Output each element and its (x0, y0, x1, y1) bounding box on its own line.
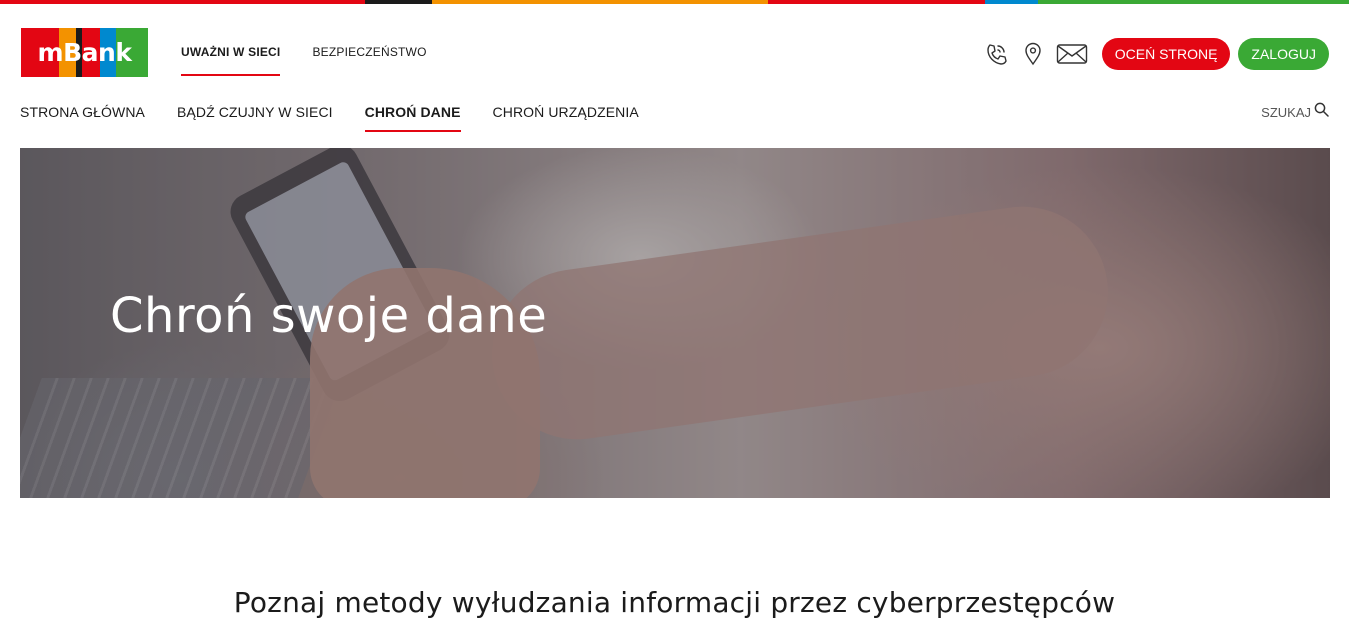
rate-page-button[interactable]: OCEŃ STRONĘ (1101, 38, 1231, 70)
logo-text: mBank (37, 38, 132, 67)
header-actions: OCEŃ STRONĘ ZALOGUJ (984, 38, 1329, 70)
hero-title: Chroń swoje dane (110, 288, 548, 344)
header-top: mBank UWAŻNI W SIECI BEZPIECZEŃSTWO OCEŃ… (0, 4, 1349, 84)
top-nav-item-uwazni-w-sieci[interactable]: UWAŻNI W SIECI (181, 4, 281, 76)
mbank-logo[interactable]: mBank (21, 28, 148, 77)
top-nav-item-bezpieczenstwo[interactable]: BEZPIECZEŃSTWO (312, 4, 426, 76)
search-label: SZUKAJ (1261, 104, 1311, 120)
main-nav-item-chron-urzadzenia[interactable]: CHROŃ URZĄDZENIA (493, 84, 639, 132)
phone-icon[interactable] (984, 41, 1010, 67)
main-nav-item-badz-czujny[interactable]: BĄDŹ CZUJNY W SIECI (177, 84, 333, 132)
main-nav: STRONA GŁÓWNA BĄDŹ CZUJNY W SIECI CHROŃ … (20, 84, 1329, 132)
mail-icon[interactable] (1056, 43, 1088, 65)
top-nav: UWAŻNI W SIECI BEZPIECZEŃSTWO (181, 4, 459, 84)
search-button[interactable]: SZUKAJ (1261, 84, 1329, 132)
section-title: Poznaj metody wyłudzania informacji prze… (233, 586, 1116, 619)
hero-banner: Chroń swoje dane (20, 148, 1330, 498)
main-nav-item-strona-glowna[interactable]: STRONA GŁÓWNA (20, 84, 145, 132)
login-button[interactable]: ZALOGUJ (1238, 38, 1329, 70)
search-icon (1314, 102, 1329, 122)
location-pin-icon[interactable] (1024, 42, 1042, 66)
main-nav-item-chron-dane[interactable]: CHROŃ DANE (364, 84, 461, 132)
